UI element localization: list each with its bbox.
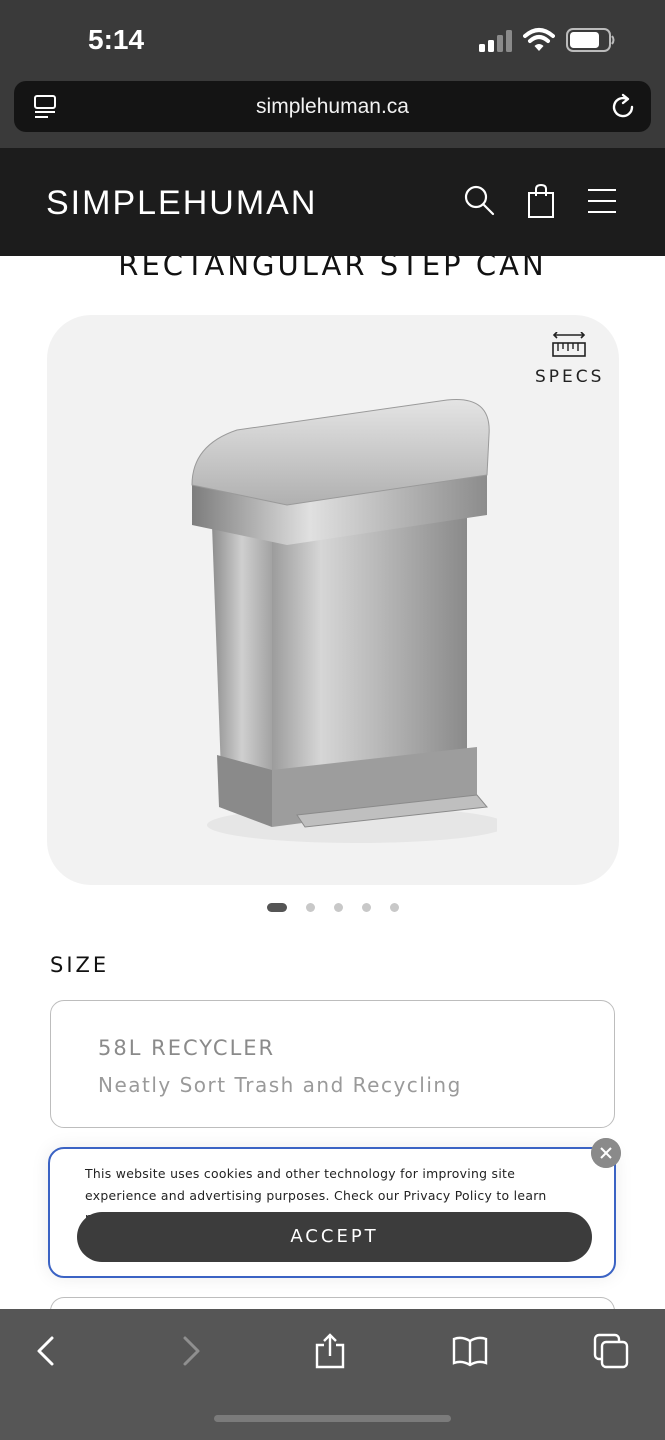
cookie-banner: This website uses cookies and other tech… [48,1147,616,1278]
back-icon[interactable] [30,1333,66,1369]
carousel-dot-5[interactable] [390,903,399,912]
product-title: RECTANGULAR STEP CAN [118,256,547,282]
search-icon[interactable] [463,184,495,216]
site-header: SIMPLEHUMAN [0,148,665,256]
size-option-subtitle: Neatly Sort Trash and Recycling [98,1073,462,1097]
product-image-card[interactable]: SPECS [47,315,619,885]
url-bar[interactable]: simplehuman.ca [14,81,651,132]
specs-label[interactable]: SPECS [535,367,604,387]
status-time: 5:14 [88,24,145,55]
tabs-icon[interactable] [593,1333,629,1369]
reload-icon[interactable] [609,93,637,121]
size-option-58l-recycler[interactable]: 58L RECYCLER Neatly Sort Trash and Recyc… [50,1000,615,1128]
url-text[interactable]: simplehuman.ca [14,95,651,119]
close-icon[interactable] [591,1138,621,1168]
carousel-dots[interactable] [267,903,407,913]
browser-url-area: simplehuman.ca [0,78,665,148]
ruler-icon[interactable] [552,332,586,358]
status-bar: 5:14 [0,0,665,78]
share-icon[interactable] [312,1333,348,1369]
forward-icon[interactable] [172,1333,208,1369]
product-title-clip: RECTANGULAR STEP CAN [0,256,665,286]
step-can-image [191,398,497,843]
carousel-dot-4[interactable] [362,903,371,912]
carousel-dot-1[interactable] [267,903,287,912]
cellular-signal-icon [479,30,512,52]
wifi-icon [523,28,555,51]
menu-icon[interactable] [587,188,617,214]
bag-icon[interactable] [526,184,556,218]
accept-button[interactable]: ACCEPT [77,1212,592,1262]
home-indicator [214,1415,451,1422]
brand-logo[interactable]: SIMPLEHUMAN [46,184,317,223]
bookmarks-icon[interactable] [452,1333,488,1369]
battery-icon [566,28,615,52]
carousel-dot-2[interactable] [306,903,315,912]
size-option-title: 58L RECYCLER [98,1036,276,1060]
carousel-dot-3[interactable] [334,903,343,912]
size-heading: SIZE [50,953,110,977]
